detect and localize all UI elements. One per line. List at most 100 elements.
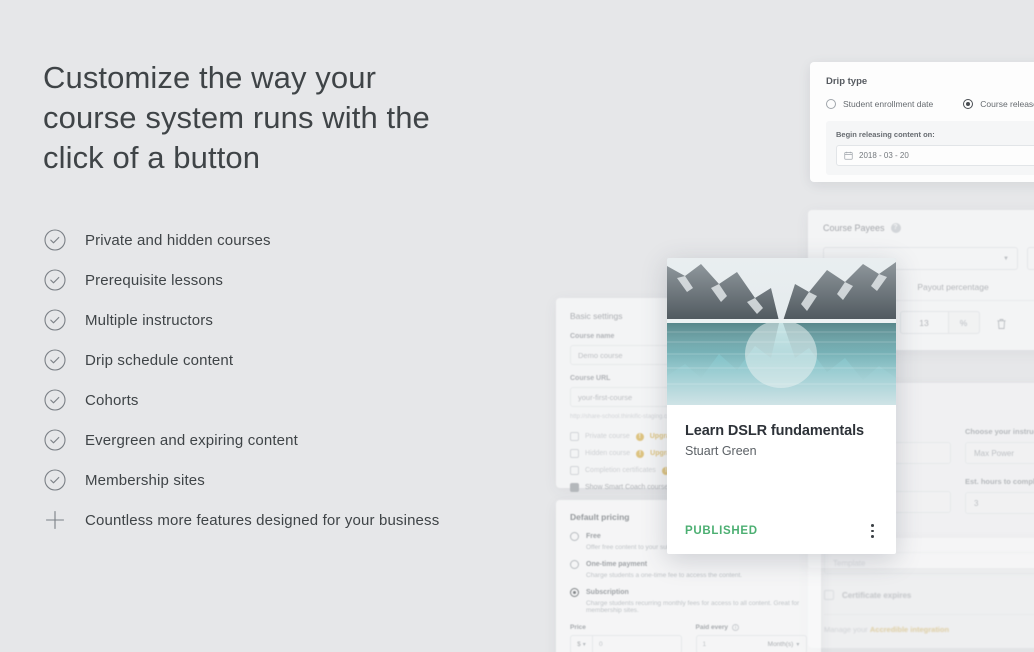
feature-label: Drip schedule content: [85, 351, 234, 369]
paid-every-field-group: Paid every i 1 Month(s) ▾: [695, 624, 808, 652]
drip-type-panel: Drip type Student enrollment date Course…: [810, 62, 1034, 182]
instructor-label: Choose your instructor: [965, 427, 1034, 436]
certificate-settings-panel: Template ▼ Certificate expires Manage yo…: [808, 538, 1034, 648]
feature-item-cohorts: Cohorts: [43, 380, 513, 420]
feature-item-private-hidden-courses: Private and hidden courses: [43, 220, 513, 260]
paid-every-label: Paid every i: [696, 624, 808, 631]
check-circle-icon: [43, 308, 67, 332]
check-circle-icon: [43, 348, 67, 372]
radio-icon-selected[interactable]: [963, 99, 974, 109]
feature-list: Private and hidden courses Prerequisite …: [43, 220, 513, 540]
feature-item-evergreen-expiring-content: Evergreen and expiring content: [43, 420, 513, 460]
accredible-link[interactable]: Accredible integration: [870, 625, 949, 634]
feature-label: Membership sites: [85, 471, 205, 489]
begin-releasing-label: Begin releasing content on:: [836, 130, 935, 139]
hidden-course-label: Hidden course: [585, 450, 631, 457]
radio-course-release-date[interactable]: Course release date: [963, 99, 1034, 109]
checkbox-icon[interactable]: [570, 466, 579, 475]
more-vertical-icon[interactable]: [867, 520, 878, 541]
pricing-option-subscription[interactable]: Subscription Charge students recurring m…: [570, 588, 807, 614]
radio-icon-selected[interactable]: [570, 588, 579, 597]
hours-value: 3: [974, 498, 979, 508]
certificate-expires-label: Certificate expires: [842, 590, 912, 600]
warning-icon: !: [636, 449, 645, 458]
percent-unit: %: [947, 311, 980, 334]
payout-percentage-input[interactable]: 13: [899, 311, 948, 334]
trash-icon[interactable]: [996, 317, 1007, 329]
feature-item-prerequisite-lessons: Prerequisite lessons: [43, 260, 513, 300]
check-circle-icon: [43, 428, 67, 452]
info-icon[interactable]: i: [732, 624, 740, 631]
check-circle-icon: [43, 468, 67, 492]
caret-down-icon[interactable]: ▾: [583, 641, 586, 648]
caret-down-icon[interactable]: ▼: [1003, 256, 1009, 262]
private-course-label: Private course: [585, 433, 630, 440]
plus-icon: [43, 508, 67, 532]
currency-select[interactable]: $ ▾: [570, 635, 592, 652]
course-card[interactable]: Learn DSLR fundamentals Stuart Green PUB…: [667, 258, 896, 554]
calendar-icon: [844, 151, 853, 160]
feature-label: Evergreen and expiring content: [85, 431, 298, 449]
feature-label: Prerequisite lessons: [85, 271, 224, 289]
pricing-option-name: Subscription: [586, 589, 629, 596]
snowy-mountain-lake-photo: [667, 258, 896, 405]
pricing-option-desc: Charge students recurring monthly fees f…: [586, 600, 800, 614]
page-title: Customize the way your course system run…: [43, 60, 430, 175]
radio-student-enrollment-date[interactable]: Student enrollment date: [826, 99, 933, 109]
completion-certificates-label: Completion certificates: [585, 467, 656, 474]
pricing-option-one-time[interactable]: One-time payment Charge students a one-t…: [570, 560, 807, 579]
interval-input[interactable]: 1: [695, 635, 761, 652]
certificate-expires-checkbox[interactable]: Certificate expires: [824, 590, 1034, 600]
drip-type-title: Drip type: [826, 76, 868, 87]
pricing-option-name: One-time payment: [586, 561, 648, 568]
paid-every-label-text: Paid every: [695, 624, 729, 631]
template-value: Template: [833, 558, 866, 568]
radio-icon[interactable]: [826, 99, 836, 109]
checkbox-icon-checked[interactable]: [570, 483, 579, 492]
course-payees-title: Course Payees: [823, 223, 885, 233]
check-circle-icon: [43, 388, 67, 412]
radio-icon[interactable]: [570, 560, 579, 569]
release-date-value: 2018 - 03 - 20: [859, 151, 909, 160]
feature-item-multiple-instructors: Multiple instructors: [43, 300, 513, 340]
hero-content: Customize the way your course system run…: [43, 58, 513, 540]
interval-unit-select[interactable]: Month(s) ▾: [761, 635, 807, 652]
template-select[interactable]: Template ▼: [824, 552, 1034, 574]
hours-select[interactable]: 3 ▼: [965, 492, 1034, 514]
checkbox-icon[interactable]: [570, 449, 579, 458]
price-label: Price: [570, 624, 586, 631]
radio-icon[interactable]: [570, 532, 579, 541]
warning-icon: !: [635, 432, 644, 441]
feature-item-membership-sites: Membership sites: [43, 460, 513, 500]
course-title: Learn DSLR fundamentals: [685, 423, 864, 439]
price-input[interactable]: 0: [592, 635, 682, 652]
divider: [824, 614, 1034, 615]
checkbox-icon[interactable]: [824, 590, 834, 600]
instructor-value: Max Power: [974, 448, 1015, 458]
check-circle-icon: [43, 228, 67, 252]
currency-value: $: [577, 641, 581, 648]
help-icon[interactable]: ?: [890, 223, 901, 233]
accredible-integration-note: Manage your Accredible integration: [824, 625, 1034, 634]
feature-label: Cohorts: [85, 391, 139, 409]
feature-label: Countless more features designed for you…: [85, 511, 440, 529]
feature-item-drip-schedule-content: Drip schedule content: [43, 340, 513, 380]
manage-prefix: Manage your: [824, 625, 870, 634]
radio-label: Student enrollment date: [843, 99, 934, 109]
feature-item-countless-more-features: Countless more features designed for you…: [43, 500, 513, 540]
status-badge: PUBLISHED: [685, 525, 758, 537]
checkbox-icon[interactable]: [570, 432, 579, 441]
course-author: Stuart Green: [685, 444, 757, 458]
hours-label: Est. hours to complete ?: [965, 476, 1034, 486]
course-cover-image: [667, 258, 896, 405]
add-payee-button[interactable]: ADD: [1027, 247, 1034, 270]
begin-releasing-section: Begin releasing content on: 2018 - 03 - …: [826, 121, 1034, 175]
feature-label: Multiple instructors: [85, 311, 214, 329]
pricing-option-desc: Charge students a one-time fee to access…: [586, 572, 743, 579]
caret-down-icon[interactable]: ▾: [796, 641, 799, 648]
check-circle-icon: [43, 268, 67, 292]
interval-unit-value: Month(s): [767, 641, 794, 648]
feature-label: Private and hidden courses: [85, 231, 271, 249]
instructor-select[interactable]: Max Power ▼: [965, 442, 1034, 464]
release-date-picker[interactable]: 2018 - 03 - 20 ▼: [836, 145, 1034, 166]
